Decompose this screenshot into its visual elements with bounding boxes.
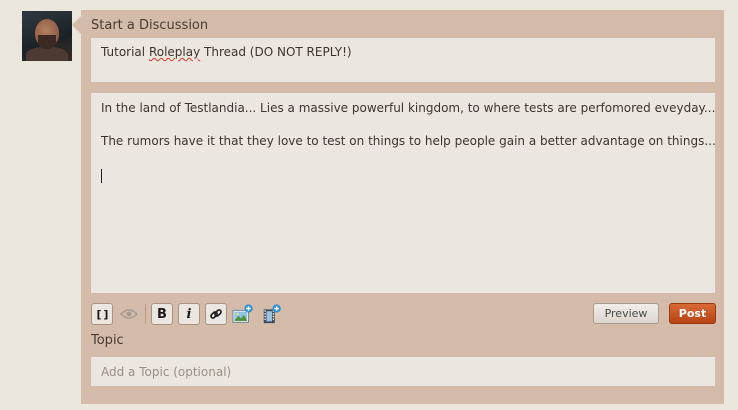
add-video-icon [263, 304, 281, 324]
preview-button[interactable]: Preview [593, 303, 659, 324]
avatar-body [26, 47, 68, 61]
topic-input[interactable] [91, 357, 715, 386]
add-video-button[interactable] [261, 303, 283, 325]
italic-icon: i [186, 306, 192, 322]
panel-pointer [72, 16, 81, 34]
body-editor[interactable]: In the land of Testlandia... Lies a mass… [91, 93, 716, 293]
link-button[interactable] [205, 303, 227, 325]
title-text-start: Tutorial [101, 45, 149, 59]
source-mode-icon: [ ] [96, 307, 109, 321]
preview-eye-icon [120, 309, 138, 319]
link-icon [210, 309, 222, 319]
text-cursor [101, 169, 102, 183]
body-paragraph-1: In the land of Testlandia... Lies a mass… [101, 101, 716, 115]
title-text-end: Thread (DO NOT REPLY!) [200, 45, 352, 59]
italic-button[interactable]: i [178, 303, 200, 325]
topic-label: Topic [91, 333, 124, 348]
source-mode-button[interactable]: [ ] [91, 303, 113, 325]
bold-icon: B [157, 306, 167, 322]
add-image-icon [232, 304, 253, 323]
title-misspelled-word: Roleplay [148, 45, 201, 59]
discussion-form: Start a Discussion Tutorial Roleplay Thr… [72, 10, 724, 404]
title-input[interactable]: Tutorial Roleplay Thread (DO NOT REPLY!) [91, 38, 715, 82]
post-button[interactable]: Post [669, 303, 716, 324]
editor-toolbar: [ ] B i Preview Post [91, 303, 716, 327]
add-image-button[interactable] [232, 303, 254, 325]
avatar-beard [38, 35, 56, 49]
form-heading: Start a Discussion [91, 18, 209, 33]
body-paragraph-2: The rumors have it that they love to tes… [101, 134, 716, 148]
user-avatar [22, 11, 72, 61]
toolbar-divider [145, 304, 146, 324]
bold-button[interactable]: B [151, 303, 173, 325]
preview-toggle-button[interactable] [118, 303, 140, 325]
